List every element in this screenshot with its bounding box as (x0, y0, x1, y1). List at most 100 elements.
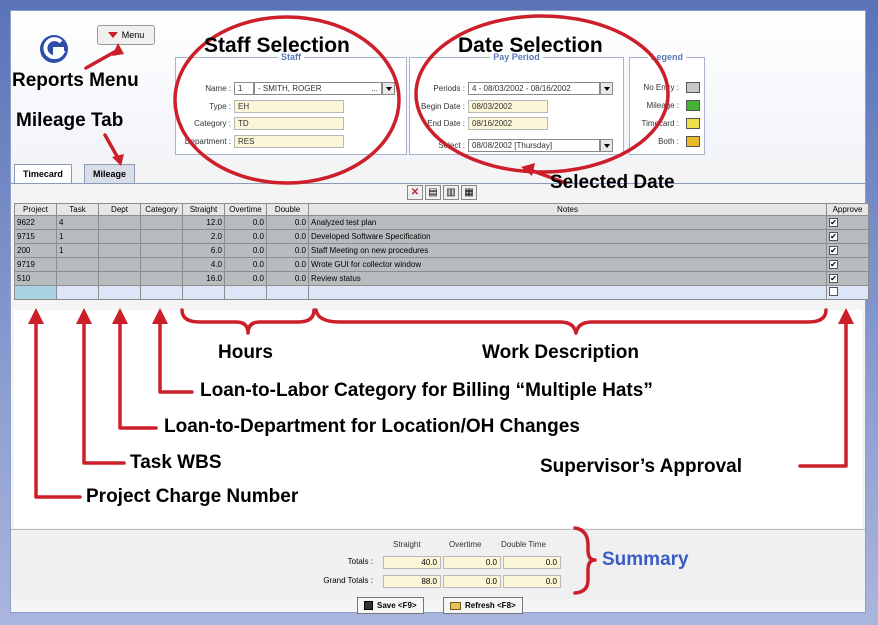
chevron-down-icon (107, 32, 118, 38)
tab-mileage[interactable]: Mileage (84, 164, 136, 184)
column-header[interactable]: Task (56, 203, 99, 216)
cell-approve[interactable]: ✔ (826, 257, 869, 272)
column-header[interactable]: Overtime (224, 203, 267, 216)
staff-lookup-ellipsis[interactable]: ... (371, 84, 378, 93)
cell-category[interactable] (140, 243, 183, 258)
cell-dept[interactable] (98, 215, 141, 230)
cell-straight[interactable]: 12.0 (182, 215, 225, 230)
cell-dept[interactable] (98, 243, 141, 258)
cell-task[interactable] (56, 271, 99, 286)
cell-straight[interactable]: 6.0 (182, 243, 225, 258)
staff-name-value: - SMITH, ROGER (258, 84, 322, 93)
cell-project[interactable]: 200 (14, 243, 57, 258)
end-date-field: 08/16/2002 (468, 117, 548, 130)
cell-double[interactable]: 0.0 (266, 271, 309, 286)
staff-name-select[interactable]: - SMITH, ROGER ... (254, 82, 382, 95)
column-header[interactable]: Project (14, 203, 57, 216)
cell-project[interactable]: 9715 (14, 229, 57, 244)
cell-approve[interactable] (826, 285, 869, 300)
select-date-dropdown-button[interactable] (600, 139, 613, 152)
cell-straight[interactable]: 16.0 (182, 271, 225, 286)
tab-timecard[interactable]: Timecard (14, 164, 72, 184)
reports-menu-button[interactable]: Menu (97, 25, 155, 45)
table-row[interactable]: 510 16.0 0.0 0.0 Review status ✔ (14, 271, 869, 286)
column-header[interactable]: Approve (826, 203, 869, 216)
cell-task[interactable]: 4 (56, 215, 99, 230)
new-entry-row[interactable] (14, 285, 869, 300)
table-row[interactable]: 9719 4.0 0.0 0.0 Wrote GUI for collector win… (14, 257, 869, 272)
new-entry-cell[interactable] (224, 285, 267, 300)
cell-overtime[interactable]: 0.0 (224, 257, 267, 272)
cell-double[interactable]: 0.0 (266, 257, 309, 272)
cell-straight[interactable]: 4.0 (182, 257, 225, 272)
cell-overtime[interactable]: 0.0 (224, 215, 267, 230)
cell-dept[interactable] (98, 271, 141, 286)
cell-double[interactable]: 0.0 (266, 229, 309, 244)
chevron-down-icon (603, 143, 610, 148)
cell-double[interactable]: 0.0 (266, 243, 309, 258)
cell-notes[interactable]: Developed Software Specification (308, 229, 827, 244)
summary-header-straight: Straight (393, 540, 421, 549)
cell-approve[interactable]: ✔ (826, 271, 869, 286)
approve-checkbox[interactable] (829, 287, 838, 296)
insert-row-icon[interactable]: ▤ (425, 185, 441, 200)
approve-checkbox[interactable]: ✔ (829, 218, 838, 227)
cell-category[interactable] (140, 271, 183, 286)
cell-notes[interactable]: Review status (308, 271, 827, 286)
cell-overtime[interactable]: 0.0 (224, 243, 267, 258)
cell-category[interactable] (140, 229, 183, 244)
approve-checkbox[interactable]: ✔ (829, 232, 838, 241)
cell-double[interactable]: 0.0 (266, 215, 309, 230)
pay-period-group: Pay Period Periods : 4 - 08/03/2002 - 08… (409, 52, 624, 155)
calendar-icon[interactable]: ▦ (461, 185, 477, 200)
column-header[interactable]: Dept (98, 203, 141, 216)
column-header[interactable]: Straight (182, 203, 225, 216)
cell-approve[interactable]: ✔ (826, 243, 869, 258)
delete-row-icon[interactable]: ✕ (407, 185, 423, 200)
approve-checkbox[interactable]: ✔ (829, 260, 838, 269)
new-entry-cell[interactable] (308, 285, 827, 300)
new-entry-cell[interactable] (140, 285, 183, 300)
new-entry-cell[interactable] (98, 285, 141, 300)
column-header[interactable]: Notes (308, 203, 827, 216)
new-entry-cell[interactable] (56, 285, 99, 300)
approve-checkbox[interactable]: ✔ (829, 274, 838, 283)
save-button[interactable]: Save <F9> (357, 597, 424, 614)
cell-task[interactable] (56, 257, 99, 272)
cell-overtime[interactable]: 0.0 (224, 271, 267, 286)
periods-select[interactable]: 4 - 08/03/2002 - 08/16/2002 (468, 82, 600, 95)
new-entry-cell[interactable] (182, 285, 225, 300)
department-label: Department : (184, 137, 231, 146)
new-entry-cell[interactable] (14, 285, 57, 300)
table-row[interactable]: 9622 4 12.0 0.0 0.0 Analyzed test plan ✔ (14, 215, 869, 230)
approve-checkbox[interactable]: ✔ (829, 246, 838, 255)
cell-approve[interactable]: ✔ (826, 215, 869, 230)
cell-approve[interactable]: ✔ (826, 229, 869, 244)
cell-dept[interactable] (98, 257, 141, 272)
cell-notes[interactable]: Staff Meeting on new procedures (308, 243, 827, 258)
periods-dropdown-button[interactable] (600, 82, 613, 95)
cell-notes[interactable]: Wrote GUI for collector window (308, 257, 827, 272)
new-entry-cell[interactable] (266, 285, 309, 300)
cell-project[interactable]: 9622 (14, 215, 57, 230)
cell-task[interactable]: 1 (56, 243, 99, 258)
staff-dropdown-button[interactable] (382, 82, 395, 95)
cell-dept[interactable] (98, 229, 141, 244)
column-header[interactable]: Category (140, 203, 183, 216)
copy-row-icon[interactable]: ▥ (443, 185, 459, 200)
cell-project[interactable]: 510 (14, 271, 57, 286)
type-field: EH (234, 100, 344, 113)
table-row[interactable]: 9715 1 2.0 0.0 0.0 Developed Software Specifi… (14, 229, 869, 244)
cell-overtime[interactable]: 0.0 (224, 229, 267, 244)
table-row[interactable]: 200 1 6.0 0.0 0.0 Staff Meeting on new proced… (14, 243, 869, 258)
column-header[interactable]: Double (266, 203, 309, 216)
cell-task[interactable]: 1 (56, 229, 99, 244)
refresh-button[interactable]: Refresh <F8> (443, 597, 523, 614)
cell-project[interactable]: 9719 (14, 257, 57, 272)
staff-number-field[interactable]: 1 (234, 82, 254, 95)
cell-category[interactable] (140, 257, 183, 272)
select-date-select[interactable]: 08/08/2002 [Thursday] (468, 139, 600, 152)
cell-straight[interactable]: 2.0 (182, 229, 225, 244)
cell-category[interactable] (140, 215, 183, 230)
cell-notes[interactable]: Analyzed test plan (308, 215, 827, 230)
